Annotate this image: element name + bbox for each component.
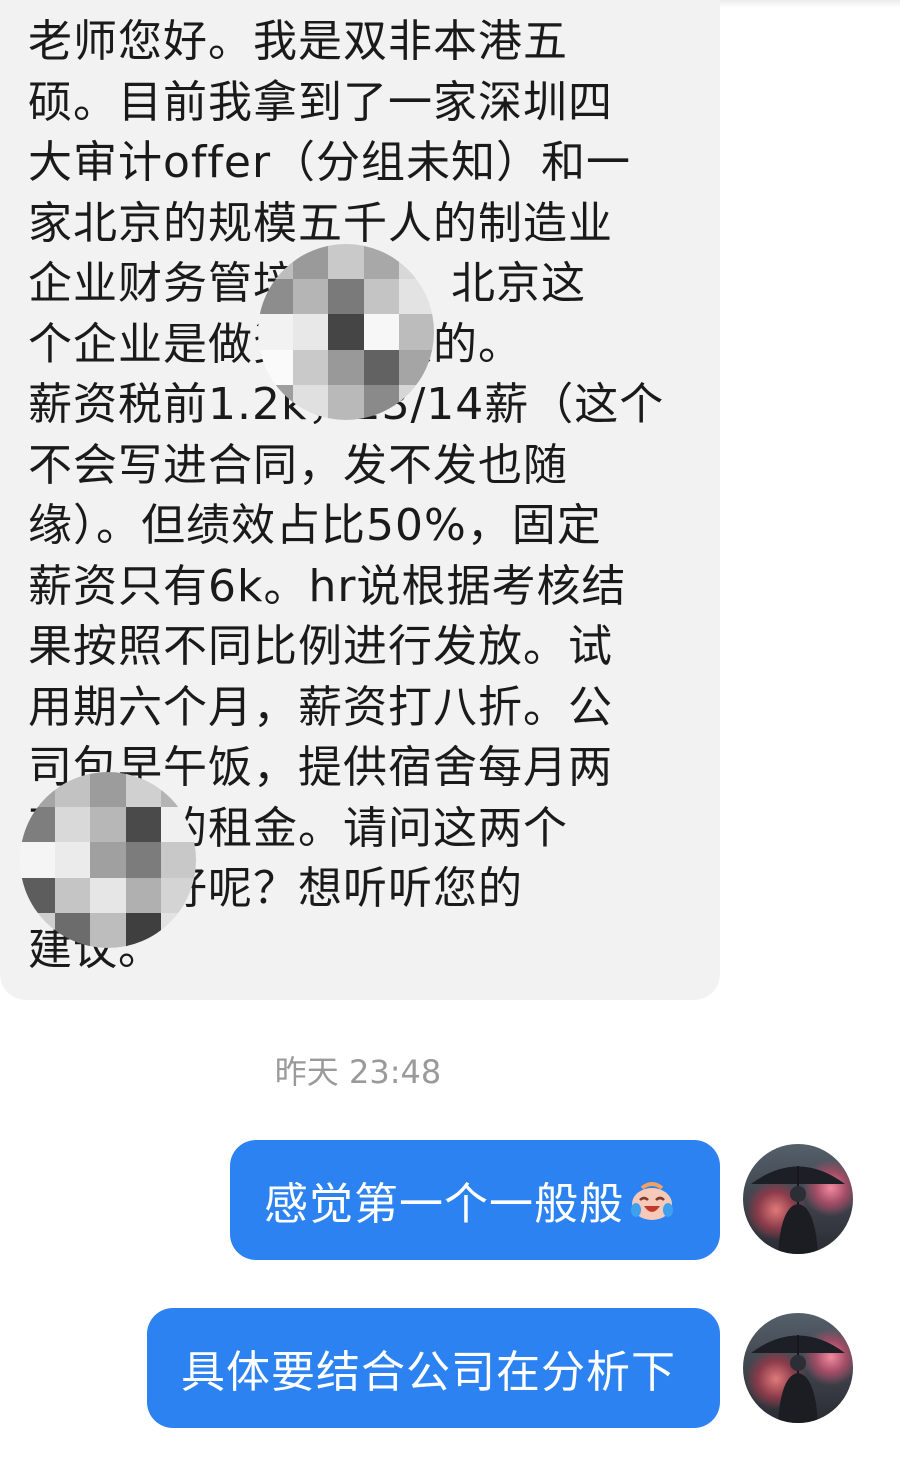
privacy-mosaic-2: [20, 772, 196, 948]
outgoing-message-text: 具体要结合公司在分析下: [181, 1347, 676, 1398]
outgoing-message-bubble[interactable]: 感觉第一个一般般: [230, 1140, 720, 1260]
privacy-mosaic-1: [258, 244, 434, 420]
user-avatar[interactable]: [743, 1313, 853, 1423]
outgoing-message-text: 感觉第一个一般般: [264, 1179, 624, 1230]
outgoing-message-bubble[interactable]: 具体要结合公司在分析下: [147, 1308, 720, 1428]
crying-laughing-face-icon: [628, 1178, 676, 1222]
user-avatar[interactable]: [743, 1144, 853, 1254]
message-timestamp: 昨天 23:48: [274, 1053, 442, 1091]
